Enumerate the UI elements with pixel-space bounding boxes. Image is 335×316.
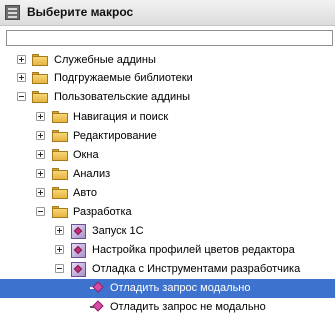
- folder-icon: [52, 206, 68, 218]
- tree-item-label: Подгружаемые библиотеки: [54, 72, 193, 84]
- addin-icon: [71, 224, 86, 239]
- tree-item-loadable-libraries[interactable]: Подгружаемые библиотеки: [0, 69, 335, 88]
- addin-icon: [71, 243, 86, 258]
- tree-item-debug-dev-tools[interactable]: Отладка с Инструментами разработчика: [0, 260, 335, 279]
- expand-plus-icon[interactable]: [36, 150, 45, 159]
- addin-icon: [71, 262, 86, 277]
- folder-icon: [52, 130, 68, 142]
- tree-item-editor-color-profiles[interactable]: Настройка профилей цветов редактора: [0, 241, 335, 260]
- collapse-minus-icon[interactable]: [17, 92, 26, 101]
- tree-item-editing[interactable]: Редактирование: [0, 127, 335, 146]
- expand-plus-icon[interactable]: [36, 188, 45, 197]
- folder-icon: [32, 72, 48, 84]
- title-bar: Выберите макрос: [0, 0, 335, 26]
- tree-item-label: Окна: [73, 149, 99, 161]
- expand-plus-icon[interactable]: [36, 169, 45, 178]
- expand-plus-icon[interactable]: [55, 245, 64, 254]
- tree-item-launch-1c[interactable]: Запуск 1С: [0, 222, 335, 241]
- tree-item-development[interactable]: Разработка: [0, 203, 335, 222]
- tree-item-label: Отладить запрос модально: [108, 281, 253, 296]
- collapse-minus-icon[interactable]: [55, 264, 64, 273]
- expand-plus-icon[interactable]: [55, 226, 64, 235]
- tree-item-label: Отладить запрос не модально: [110, 301, 266, 313]
- tree-item-label: Редактирование: [73, 130, 157, 142]
- expand-plus-icon[interactable]: [36, 131, 45, 140]
- tree-item-analysis[interactable]: Анализ: [0, 165, 335, 184]
- tree-item-debug-query-nonmodal[interactable]: Отладить запрос не модально: [0, 298, 335, 316]
- tree-item-label: Разработка: [73, 206, 132, 218]
- macro-picker-window: Выберите макрос Служебные аддины Подгруж…: [0, 0, 335, 316]
- tree-item-label: Служебные аддины: [54, 54, 156, 66]
- folder-icon: [32, 54, 48, 66]
- tree-item-label: Отладка с Инструментами разработчика: [92, 263, 301, 275]
- tree-item-auto[interactable]: Авто: [0, 184, 335, 203]
- tree-item-label: Запуск 1С: [92, 225, 144, 237]
- tree-item-windows[interactable]: Окна: [0, 146, 335, 165]
- folder-icon: [52, 111, 68, 123]
- tree-item-label: Анализ: [73, 168, 111, 180]
- tree-item-navigation-search[interactable]: Навигация и поиск: [0, 108, 335, 127]
- tree-item-debug-query-modal[interactable]: Отладить запрос модально: [0, 279, 335, 298]
- folder-icon: [52, 187, 68, 199]
- window-title: Выберите макрос: [27, 5, 134, 19]
- search-input[interactable]: [6, 30, 333, 46]
- tree-item-label: Настройка профилей цветов редактора: [92, 244, 295, 256]
- collapse-minus-icon[interactable]: [36, 207, 45, 216]
- folder-icon: [52, 149, 68, 161]
- macro-method-icon: [90, 281, 104, 294]
- expand-plus-icon[interactable]: [17, 73, 26, 82]
- macro-list-icon: [5, 5, 20, 20]
- tree-item-user-addins[interactable]: Пользовательские аддины: [0, 88, 335, 107]
- tree-item-service-addins[interactable]: Служебные аддины: [0, 51, 335, 70]
- macro-method-icon: [90, 300, 104, 313]
- expand-plus-icon[interactable]: [17, 55, 26, 64]
- folder-icon: [52, 168, 68, 180]
- expand-plus-icon[interactable]: [36, 112, 45, 121]
- tree-item-label: Авто: [73, 187, 97, 199]
- tree-item-label: Пользовательские аддины: [54, 91, 191, 103]
- tree-item-label: Навигация и поиск: [73, 111, 169, 123]
- folder-icon: [32, 91, 48, 103]
